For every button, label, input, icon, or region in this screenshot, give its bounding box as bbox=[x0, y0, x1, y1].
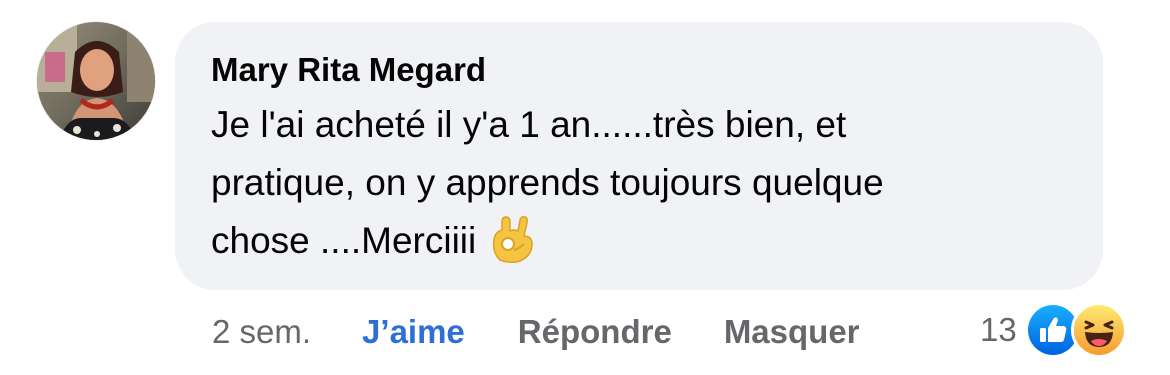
haha-reaction-icon bbox=[1070, 302, 1127, 358]
comment-author[interactable]: Mary Rita Megard bbox=[211, 48, 1067, 92]
reaction-summary[interactable]: 13 bbox=[980, 302, 1127, 358]
reply-button[interactable]: Répondre bbox=[518, 313, 672, 351]
like-button[interactable]: J’aime bbox=[362, 313, 465, 351]
comment-actions: 2 sem. J’aime Répondre Masquer bbox=[212, 308, 860, 356]
comment-timestamp[interactable]: 2 sem. bbox=[212, 313, 311, 351]
avatar[interactable] bbox=[37, 22, 155, 140]
comment-text-line-content: chose ....Merciiii bbox=[211, 220, 477, 261]
avatar-photo bbox=[37, 22, 155, 140]
comment-text-line: pratique, on y apprends toujours quelque bbox=[211, 162, 884, 203]
comment-text-line: Je l'ai acheté il y'a 1 an......très bie… bbox=[211, 104, 847, 145]
ok-hand-emoji-icon bbox=[490, 214, 536, 264]
comment-text-line-last: chose ....Merciiii bbox=[211, 212, 1081, 270]
comment-text: Je l'ai acheté il y'a 1 an......très bie… bbox=[211, 96, 1081, 270]
reaction-count: 13 bbox=[980, 311, 1017, 348]
comment-bubble: Mary Rita Megard Je l'ai acheté il y'a 1… bbox=[175, 22, 1103, 290]
hide-button[interactable]: Masquer bbox=[724, 313, 860, 351]
